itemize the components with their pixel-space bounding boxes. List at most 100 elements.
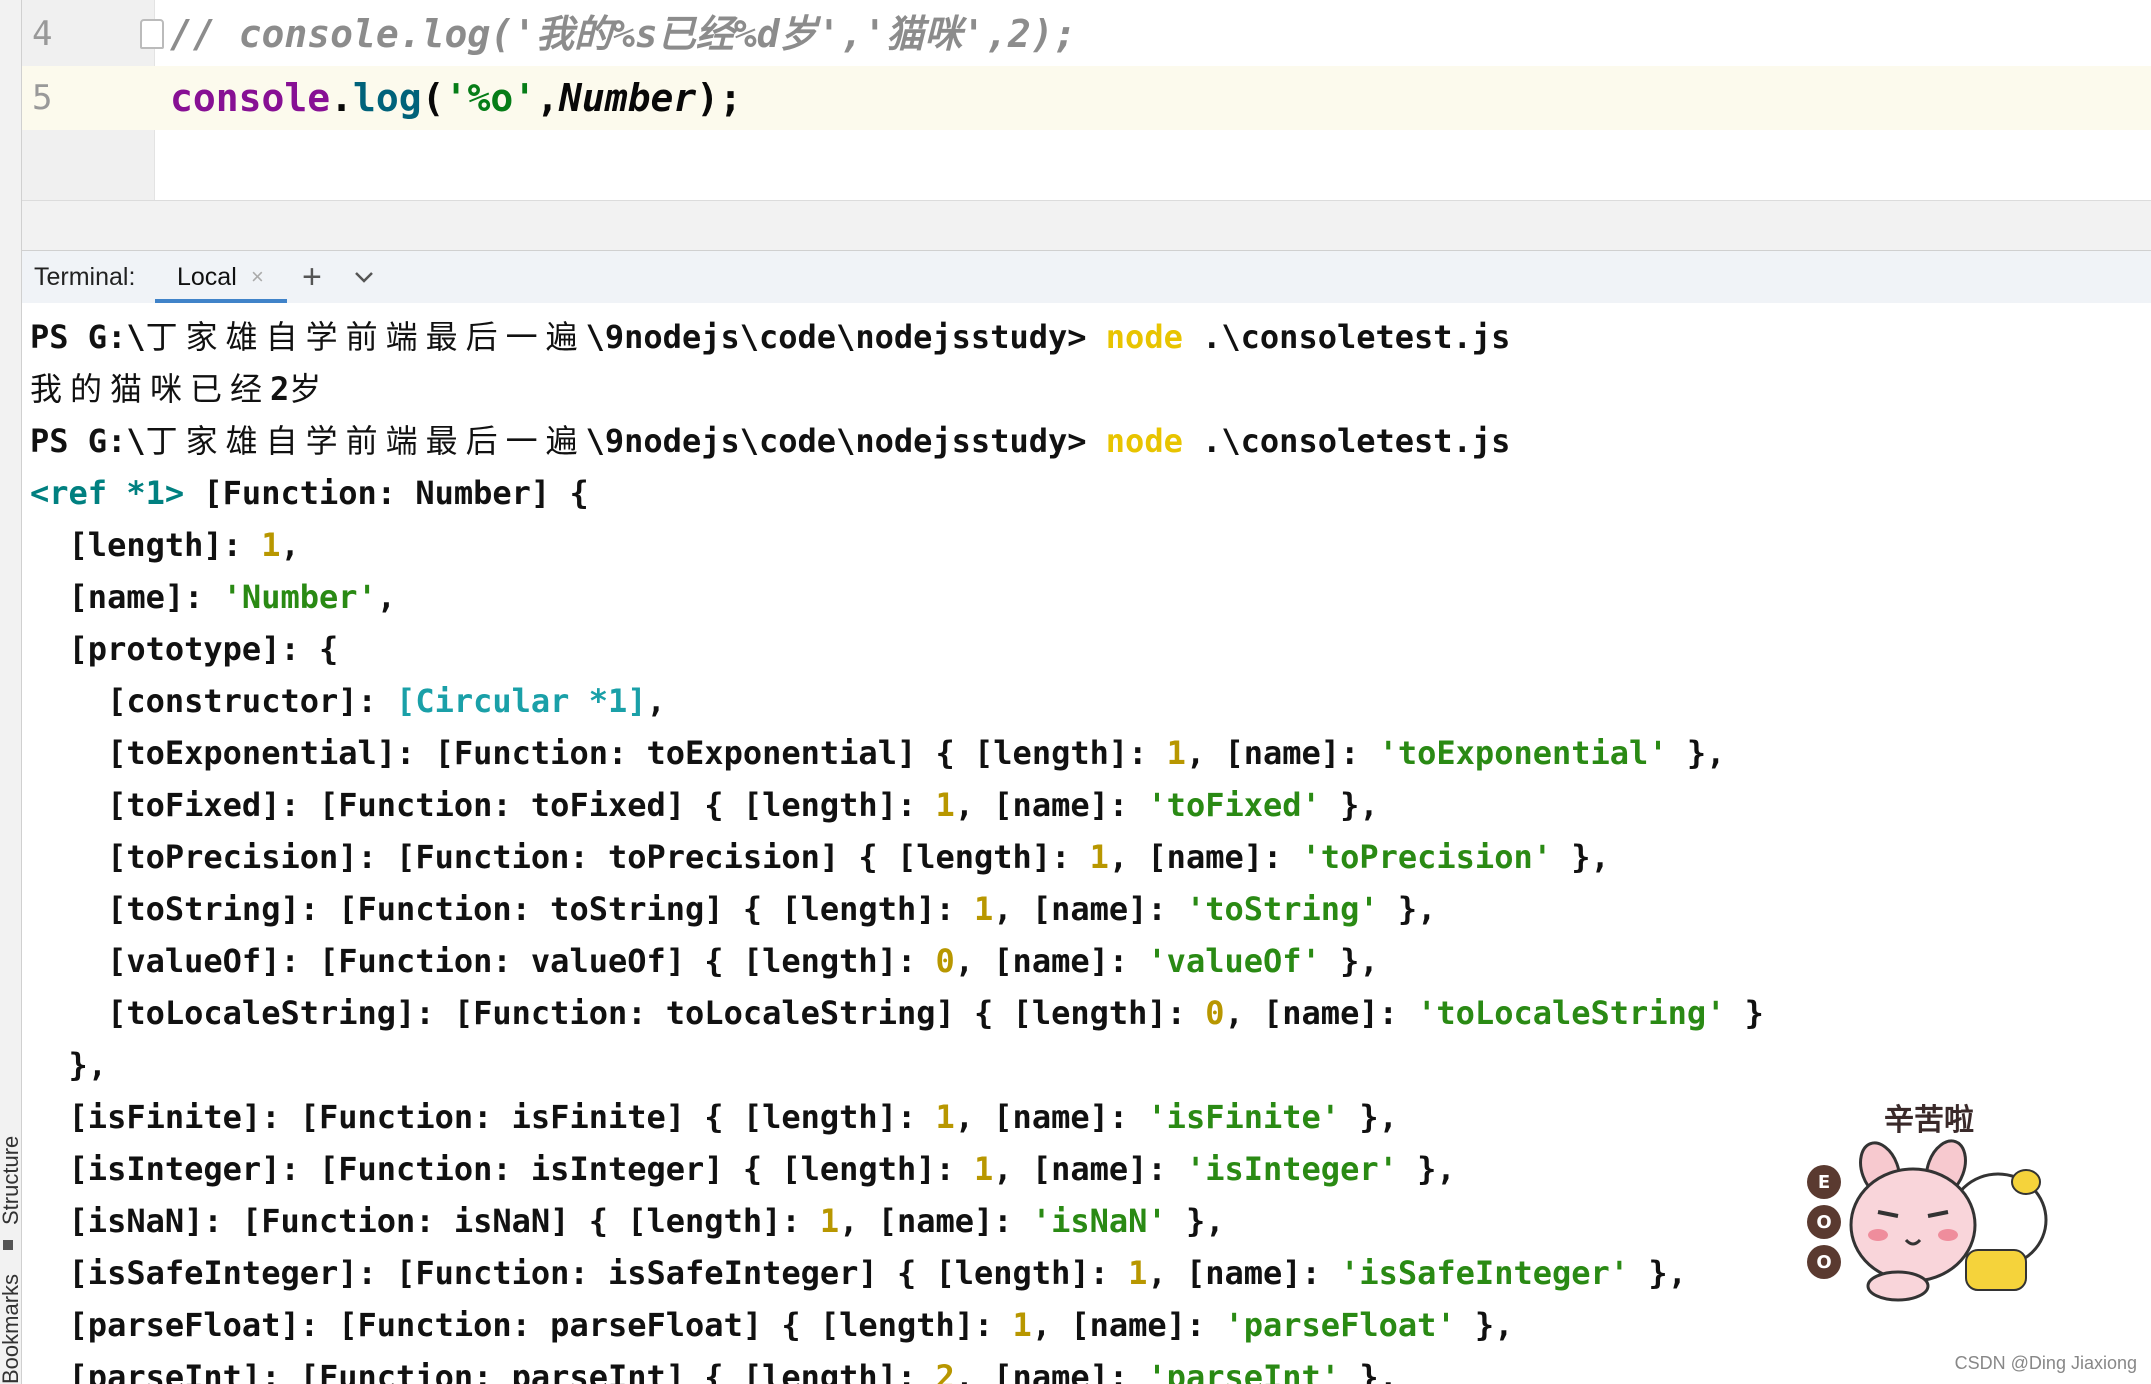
key-text: [isNaN]: [Function: isNaN] { [length]: <box>30 1202 820 1240</box>
watermark-text: CSDN @Ding Jiaxiong <box>1954 1353 2137 1373</box>
string-value: 'valueOf' <box>1147 942 1321 980</box>
key-text: , [name]: <box>1147 1254 1341 1292</box>
terminal-line: [length]: 1, <box>30 519 300 571</box>
token-object: console <box>170 76 331 120</box>
terminal-line: PS G:\丁家雄自学前端最后一遍\9nodejs\code\nodejsstu… <box>30 415 1510 467</box>
key-text: , [name]: <box>993 1150 1186 1188</box>
number-value: 1 <box>974 890 994 928</box>
terminal-label: Terminal: <box>34 263 136 291</box>
key-text: , [name]: <box>1224 994 1418 1032</box>
code-editor[interactable]: 4 // console.log('我的%s已经%d岁','猫咪',2); 5 … <box>22 0 2151 200</box>
key-text: [isInteger]: [Function: isInteger] { [le… <box>30 1150 975 1188</box>
number-value: 0 <box>935 942 955 980</box>
bookmarks-tab[interactable]: Bookmarks <box>0 1274 24 1384</box>
prompt-cn-path: 丁家雄自学前端最后一遍 <box>145 318 586 356</box>
terminal-line: }, <box>30 1046 108 1084</box>
close-icon[interactable]: × <box>251 251 264 303</box>
code-statement: console.log('%o',Number); <box>170 66 742 130</box>
key-text: [length]: <box>30 526 262 564</box>
number-value: 1 <box>1166 734 1186 772</box>
string-value: 'isInteger' <box>1185 1150 1398 1188</box>
code-comment: // console.log('我的%s已经%d岁','猫咪',2); <box>170 12 1077 56</box>
fold-marker-icon[interactable] <box>140 19 164 49</box>
number-value: 1 <box>935 786 955 824</box>
key-text: [parseInt]: [Function: parseInt] { [leng… <box>30 1358 936 1384</box>
terminal-line: [isFinite]: [Function: isFinite] { [leng… <box>30 1091 1398 1143</box>
sticker-image: 辛苦啦 E O O <box>1798 1090 2078 1310</box>
terminal-line: [isSafeInteger]: [Function: isSafeIntege… <box>30 1247 1687 1299</box>
tab-local-label: Local <box>177 263 237 291</box>
punct: , <box>376 578 397 616</box>
punct: , <box>280 526 300 564</box>
string-value: 'parseFloat' <box>1224 1306 1456 1344</box>
number-value: 1 <box>1012 1306 1032 1344</box>
key-text: [toPrecision]: [Function: toPrecision] {… <box>30 838 1090 876</box>
key-text: [toFixed]: [Function: toFixed] { [length… <box>30 786 936 824</box>
key-text: , [name]: <box>954 1358 1148 1384</box>
string-value: 'toExponential' <box>1378 734 1668 772</box>
terminal-line: [isInteger]: [Function: isInteger] { [le… <box>30 1143 1456 1195</box>
prompt-path: \9nodejs\code\nodejsstudy> <box>585 422 1106 460</box>
token-argument: Number <box>558 76 697 120</box>
terminal-line: [valueOf]: [Function: valueOf] { [length… <box>30 935 1379 987</box>
command-name: node <box>1105 422 1183 460</box>
editor-line-5[interactable]: 5 console.log('%o',Number); <box>22 66 2151 130</box>
terminal-line: [toPrecision]: [Function: toPrecision] {… <box>30 831 1610 883</box>
terminal-line: 我的猫咪已经2岁 <box>30 363 329 415</box>
token-close: ); <box>696 76 743 120</box>
editor-line-4[interactable]: 4 // console.log('我的%s已经%d岁','猫咪',2); <box>22 2 2151 66</box>
tab-local[interactable]: Local × <box>155 251 287 303</box>
number-value: 0 <box>1205 994 1225 1032</box>
string-value: 'isFinite' <box>1147 1098 1341 1136</box>
left-tool-strip: Structure Bookmarks <box>0 0 24 1384</box>
key-text: [valueOf]: [Function: valueOf] { [length… <box>30 942 936 980</box>
line-number: 4 <box>32 14 53 54</box>
badge-letter: O <box>1816 1212 1831 1233</box>
chevron-down-icon[interactable] <box>352 265 376 289</box>
terminal-line: [name]: 'Number', <box>30 571 397 623</box>
terminal-line: PS G:\丁家雄自学前端最后一遍\9nodejs\code\nodejsstu… <box>30 311 1510 363</box>
punct: }, <box>1320 942 1379 980</box>
terminal-line: [toLocaleString]: [Function: toLocaleStr… <box>30 987 1764 1039</box>
string-value: 'Number' <box>222 578 377 616</box>
string-value: 'isNaN' <box>1031 1202 1167 1240</box>
terminal-line: [parseFloat]: [Function: parseFloat] { [… <box>30 1299 1514 1351</box>
string-value: 'isSafeInteger' <box>1340 1254 1630 1292</box>
output-text: 我的猫咪已经 <box>30 370 271 408</box>
structure-tab[interactable]: Structure <box>0 1136 24 1225</box>
punct: }, <box>1455 1306 1514 1344</box>
output-unit: 岁 <box>289 370 330 408</box>
number-value: 1 <box>1089 838 1109 876</box>
add-icon[interactable]: + <box>302 251 322 303</box>
terminal-line: [isNaN]: [Function: isNaN] { [length]: 1… <box>30 1195 1225 1247</box>
punct: }, <box>1667 734 1726 772</box>
number-value: 1 <box>261 526 281 564</box>
key-text: , [name]: <box>839 1202 1032 1240</box>
prompt-prefix: PS G:\ <box>30 318 146 356</box>
command-arg: .\consoletest.js <box>1182 422 1511 460</box>
key-text: [name]: <box>30 578 223 616</box>
sticker-text: 辛苦啦 <box>1884 1103 1974 1138</box>
bunny-sticker-icon: 辛苦啦 E O O <box>1807 1103 2048 1302</box>
ref-marker: <ref *1> <box>30 474 185 512</box>
key-text: [constructor]: <box>30 682 397 720</box>
terminal-line: [constructor]: [Circular *1], <box>30 675 666 727</box>
token-comma: , <box>536 76 559 120</box>
prompt-prefix: PS G:\ <box>30 422 146 460</box>
token-string: '%o' <box>444 76 537 120</box>
line-number: 5 <box>22 66 154 130</box>
terminal-toolbar: Terminal: Local × + <box>22 250 2151 304</box>
key-text: [toExponential]: [Function: toExponentia… <box>30 734 1167 772</box>
terminal-line: [toExponential]: [Function: toExponentia… <box>30 727 1725 779</box>
key-text: [toString]: [Function: toString] { [leng… <box>30 890 975 928</box>
terminal-line: [parseInt]: [Function: parseInt] { [leng… <box>30 1351 1398 1384</box>
punct: , <box>646 682 666 720</box>
terminal-line: <ref *1> [Function: Number] { <box>30 467 589 519</box>
token-method: log <box>353 76 422 120</box>
command-name: node <box>1105 318 1183 356</box>
key-text: [toLocaleString]: [Function: toLocaleStr… <box>30 994 1206 1032</box>
editor-status-area <box>22 200 2151 251</box>
string-value: 'toPrecision' <box>1301 838 1552 876</box>
punct: }, <box>1340 1358 1398 1384</box>
structure-icon <box>3 1240 13 1250</box>
